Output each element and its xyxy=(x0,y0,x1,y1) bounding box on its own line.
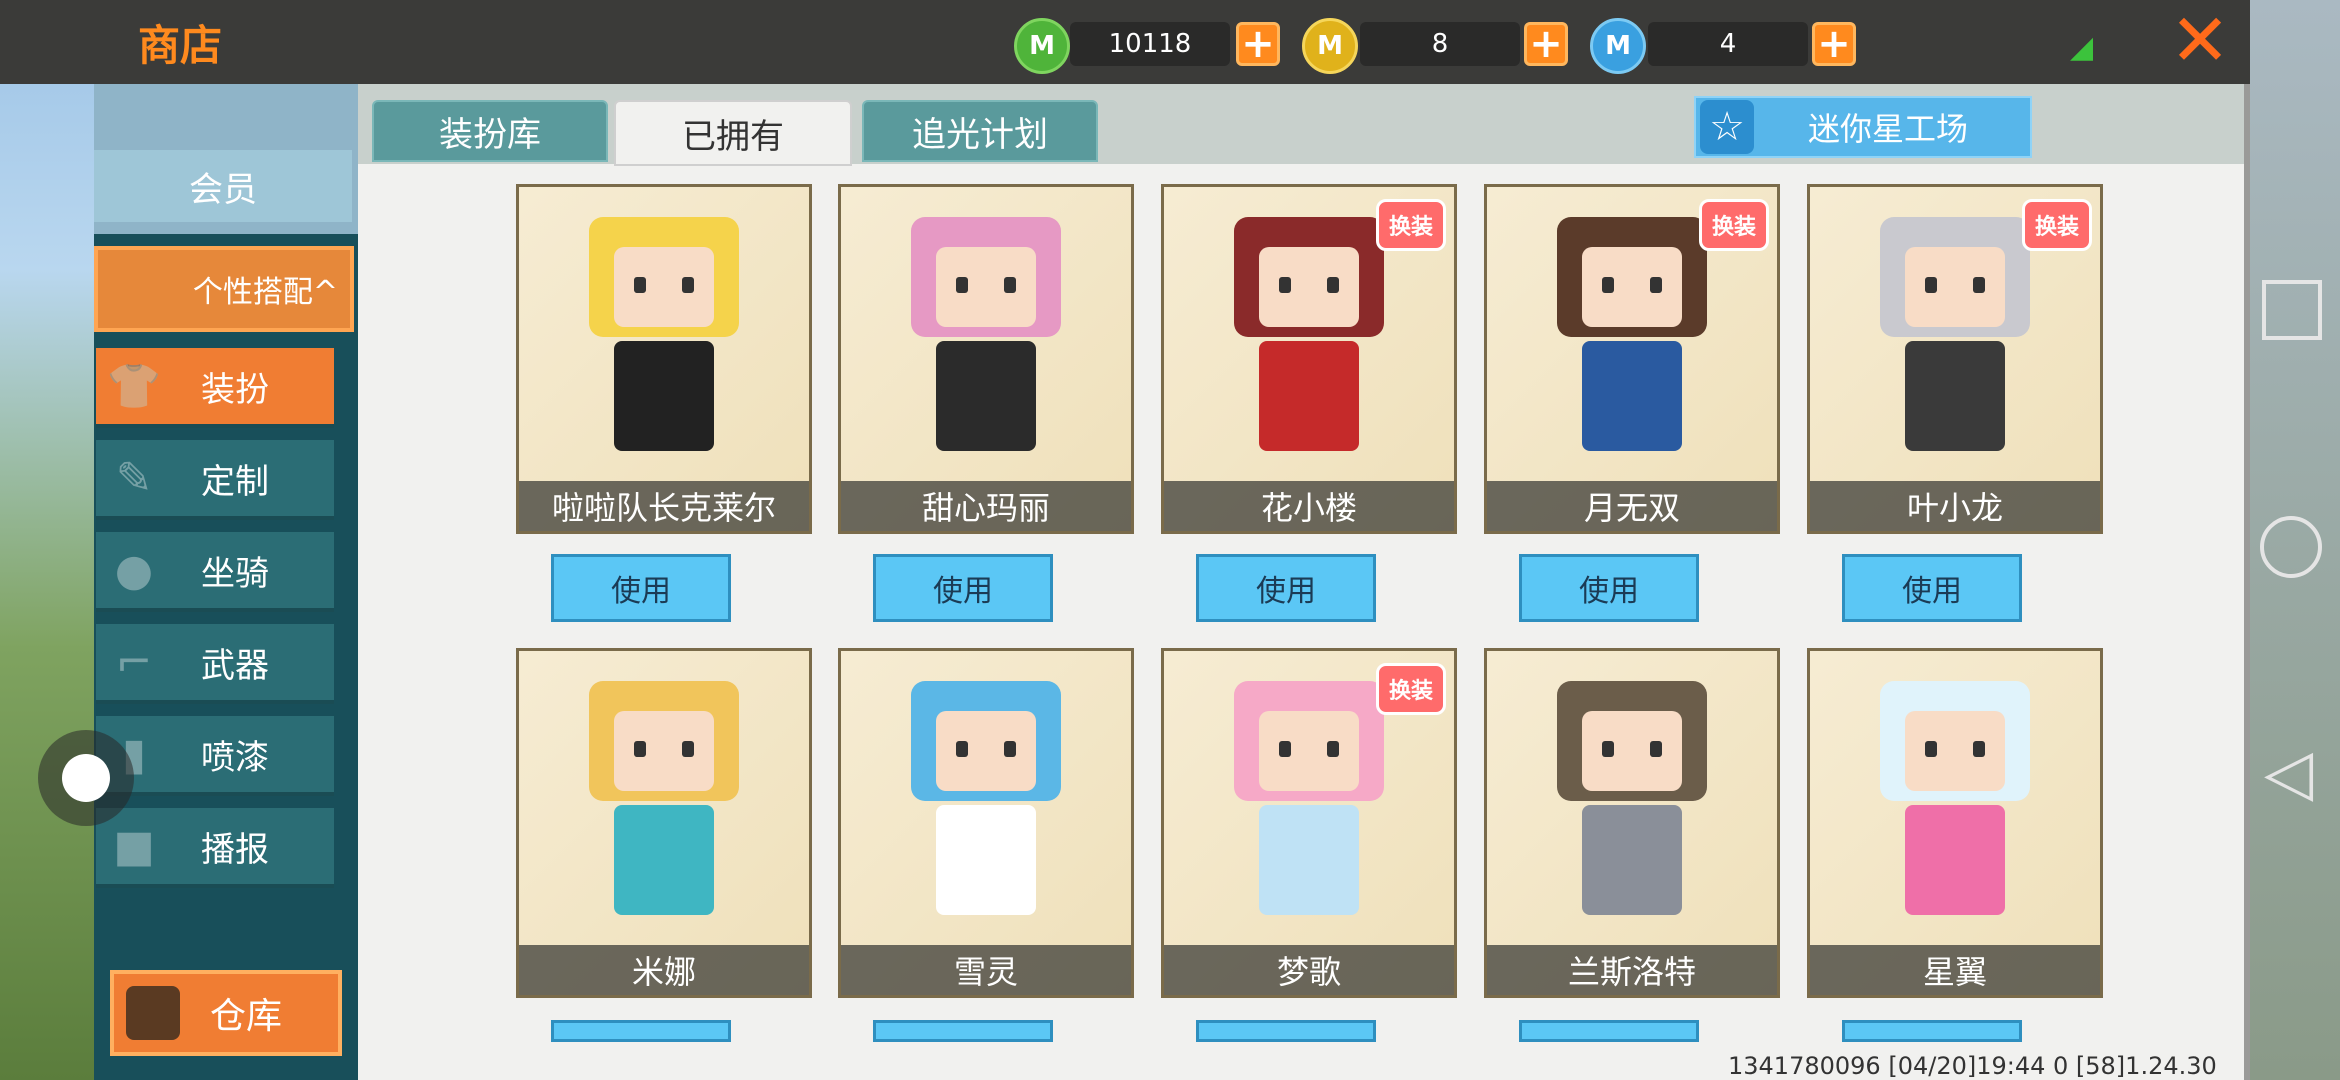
use-button[interactable]: 使用 xyxy=(551,1020,731,1042)
use-button-label: 使用 xyxy=(1579,574,1639,609)
add-gold-currency-button[interactable]: + xyxy=(1524,22,1568,66)
outfit-card[interactable]: 甜心玛丽 xyxy=(838,184,1134,534)
character-figure xyxy=(1557,217,1707,451)
sidebar-item-weapon[interactable]: ⌐ 武器 xyxy=(96,624,334,704)
close-icon[interactable]: ✕ xyxy=(2170,0,2230,82)
green-m-coin-icon: M xyxy=(1014,18,1070,74)
currency-green-value: 10118 xyxy=(1070,22,1230,66)
use-button[interactable]: 使用 xyxy=(1519,554,1699,622)
outfit-card[interactable]: 换装花小楼 xyxy=(1161,184,1457,534)
sidebar-group-label: 个性搭配^ xyxy=(192,275,338,310)
character-figure xyxy=(1880,681,2030,915)
star-icon: ☆ xyxy=(1700,100,1754,154)
outfit-card[interactable]: 换装叶小龙 xyxy=(1807,184,2103,534)
pencil-icon: ✎ xyxy=(115,452,153,504)
character-figure xyxy=(589,681,739,915)
sidebar-item-label: 会员 xyxy=(189,169,257,210)
outfit-name: 雪灵 xyxy=(841,945,1131,995)
warehouse-button[interactable]: 仓库 xyxy=(110,970,342,1056)
floating-ball[interactable] xyxy=(38,730,134,826)
recent-apps-button[interactable] xyxy=(2262,280,2322,340)
character-figure xyxy=(911,217,1061,451)
outfit-name: 星翼 xyxy=(1810,945,2100,995)
outfit-change-badge: 换装 xyxy=(2022,199,2092,251)
tab-chase-light-plan[interactable]: 追光计划 xyxy=(862,100,1098,162)
use-button[interactable]: 使用 xyxy=(873,1020,1053,1042)
outfit-change-badge: 换装 xyxy=(1699,199,1769,251)
outfit-name: 米娜 xyxy=(519,945,809,995)
sidebar-item-outfit[interactable]: 👕 装扮 xyxy=(96,348,334,428)
sidebar-item-vip[interactable]: 会员 xyxy=(94,150,352,222)
use-button[interactable]: 使用 xyxy=(1519,1020,1699,1042)
studio-label: 迷你星工场 xyxy=(1807,110,1968,148)
add-blue-currency-button[interactable]: + xyxy=(1812,22,1856,66)
sidebar-item-mount[interactable]: ● 坐骑 xyxy=(96,532,334,612)
sidebar-item-label: 定制 xyxy=(201,461,269,502)
sidebar-item-broadcast[interactable]: ■ 播报 xyxy=(96,808,334,888)
character-figure xyxy=(1234,681,1384,915)
outfit-card[interactable]: 兰斯洛特 xyxy=(1484,648,1780,998)
device-info: 1341780096 [04/20]19:44 0 [58]1.24.30 xyxy=(1728,1052,2217,1080)
back-button[interactable]: ◁ xyxy=(2264,736,2313,810)
footprint-icon: ● xyxy=(114,544,154,596)
outfit-name: 甜心玛丽 xyxy=(841,481,1131,531)
character-figure xyxy=(589,217,739,451)
outfit-change-badge: 换装 xyxy=(1376,199,1446,251)
outfit-name: 花小楼 xyxy=(1164,481,1454,531)
warehouse-label: 仓库 xyxy=(209,996,282,1037)
use-button-label: 使用 xyxy=(933,574,993,609)
sidebar-item-label: 喷漆 xyxy=(201,737,269,778)
use-button[interactable]: 使用 xyxy=(1842,1020,2022,1042)
tab-label: 已拥有 xyxy=(682,116,784,157)
use-button[interactable]: 使用 xyxy=(873,554,1053,622)
outfit-card[interactable]: 星翼 xyxy=(1807,648,2103,998)
outfit-change-badge: 换装 xyxy=(1376,663,1446,715)
currency-gold-value: 8 xyxy=(1360,22,1520,66)
sidebar-group-personal-style[interactable]: 个性搭配^ xyxy=(94,246,354,332)
sidebar-item-label: 播报 xyxy=(201,829,269,870)
character-figure xyxy=(1880,217,2030,451)
tab-label: 装扮库 xyxy=(439,114,541,155)
outfit-name: 啦啦队长克莱尔 xyxy=(519,481,809,531)
outfit-card[interactable]: 米娜 xyxy=(516,648,812,998)
sidebar-item-label: 装扮 xyxy=(201,369,269,410)
use-button[interactable]: 使用 xyxy=(1842,554,2022,622)
character-figure xyxy=(1557,681,1707,915)
outfit-card[interactable]: 换装月无双 xyxy=(1484,184,1780,534)
use-button-label: 使用 xyxy=(611,574,671,609)
shirt-icon: 👕 xyxy=(106,361,162,412)
use-button[interactable]: 使用 xyxy=(1196,554,1376,622)
use-button-label: 使用 xyxy=(1256,574,1316,609)
outfit-name: 叶小龙 xyxy=(1810,481,2100,531)
outfit-name: 梦歌 xyxy=(1164,945,1454,995)
page-title: 商店 xyxy=(138,21,223,70)
tab-owned[interactable]: 已拥有 xyxy=(614,100,852,166)
gold-m-coin-icon: M xyxy=(1302,18,1358,74)
add-green-currency-button[interactable]: + xyxy=(1236,22,1280,66)
sidebar-item-label: 坐骑 xyxy=(201,553,269,594)
chest-icon xyxy=(126,986,180,1040)
character-figure xyxy=(911,681,1061,915)
character-figure xyxy=(1234,217,1384,451)
sidebar-item-custom[interactable]: ✎ 定制 xyxy=(96,440,334,520)
tab-outfit-library[interactable]: 装扮库 xyxy=(372,100,608,162)
use-button-label: 使用 xyxy=(1902,574,1962,609)
gift-icon: ■ xyxy=(113,820,155,872)
outfit-card[interactable]: 啦啦队长克莱尔 xyxy=(516,184,812,534)
currency-blue-value: 4 xyxy=(1648,22,1808,66)
gun-icon: ⌐ xyxy=(115,636,153,688)
signal-icon: ◢ xyxy=(2070,30,2094,65)
tab-label: 追光计划 xyxy=(912,114,1048,155)
use-button[interactable]: 使用 xyxy=(551,554,731,622)
outfit-name: 月无双 xyxy=(1487,481,1777,531)
home-button[interactable] xyxy=(2260,516,2322,578)
use-button[interactable]: 使用 xyxy=(1196,1020,1376,1042)
outfit-card[interactable]: 雪灵 xyxy=(838,648,1134,998)
outfit-name: 兰斯洛特 xyxy=(1487,945,1777,995)
outfit-card[interactable]: 换装梦歌 xyxy=(1161,648,1457,998)
blue-m-coin-icon: M xyxy=(1590,18,1646,74)
sidebar-item-label: 武器 xyxy=(201,645,269,686)
